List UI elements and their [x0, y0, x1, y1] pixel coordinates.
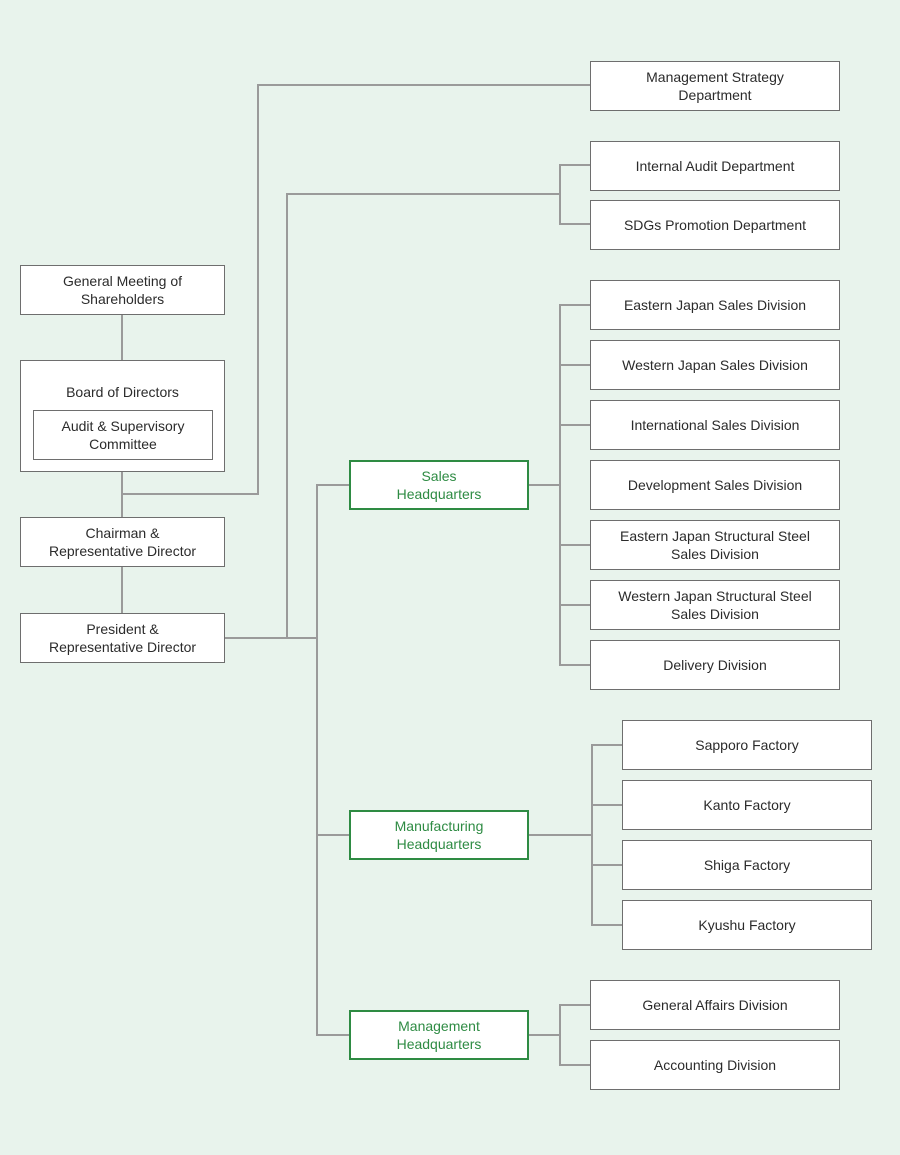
connector: [257, 84, 259, 495]
connector: [121, 493, 259, 495]
connector: [316, 1034, 350, 1036]
connector: [559, 164, 561, 225]
western-structural-steel-box: Western Japan Structural Steel Sales Div…: [590, 580, 840, 630]
connector: [559, 544, 591, 546]
kanto-factory-box: Kanto Factory: [622, 780, 872, 830]
connector: [559, 664, 591, 666]
connector: [591, 744, 623, 746]
connector: [559, 364, 591, 366]
connector: [559, 304, 561, 666]
management-strategy-box: Management Strategy Department: [590, 61, 840, 111]
connector: [121, 314, 123, 360]
development-sales-box: Development Sales Division: [590, 460, 840, 510]
president-box: President & Representative Director: [20, 613, 225, 663]
board-of-directors-label: Board of Directors: [66, 384, 179, 400]
connector: [316, 484, 350, 486]
chairman-box: Chairman & Representative Director: [20, 517, 225, 567]
connector: [286, 193, 288, 639]
connector: [559, 1004, 561, 1066]
connector: [591, 864, 623, 866]
connector: [316, 834, 350, 836]
connector: [591, 924, 623, 926]
kyushu-factory-box: Kyushu Factory: [622, 900, 872, 950]
sdgs-promotion-box: SDGs Promotion Department: [590, 200, 840, 250]
international-sales-box: International Sales Division: [590, 400, 840, 450]
western-japan-sales-box: Western Japan Sales Division: [590, 340, 840, 390]
shareholders-box: General Meeting of Shareholders: [20, 265, 225, 315]
connector: [286, 193, 561, 195]
connector: [528, 1034, 561, 1036]
eastern-structural-steel-box: Eastern Japan Structural Steel Sales Div…: [590, 520, 840, 570]
connector: [559, 424, 591, 426]
sapporo-factory-box: Sapporo Factory: [622, 720, 872, 770]
shiga-factory-box: Shiga Factory: [622, 840, 872, 890]
audit-committee-box: Audit & Supervisory Committee: [33, 410, 213, 460]
board-of-directors-box: Board of Directors Audit & Supervisory C…: [20, 360, 225, 472]
delivery-division-box: Delivery Division: [590, 640, 840, 690]
connector: [316, 484, 318, 1036]
connector: [559, 304, 591, 306]
connector: [257, 84, 591, 86]
connector: [559, 164, 591, 166]
connector: [224, 637, 318, 639]
connector: [559, 1064, 591, 1066]
management-headquarters-box: Management Headquarters: [349, 1010, 529, 1060]
connector: [559, 223, 591, 225]
connector: [121, 566, 123, 614]
connector: [591, 804, 623, 806]
manufacturing-headquarters-box: Manufacturing Headquarters: [349, 810, 529, 860]
eastern-japan-sales-box: Eastern Japan Sales Division: [590, 280, 840, 330]
general-affairs-box: General Affairs Division: [590, 980, 840, 1030]
accounting-division-box: Accounting Division: [590, 1040, 840, 1090]
connector: [559, 1004, 591, 1006]
connector: [528, 484, 561, 486]
connector: [559, 604, 591, 606]
connector: [528, 834, 593, 836]
sales-headquarters-box: Sales Headquarters: [349, 460, 529, 510]
internal-audit-box: Internal Audit Department: [590, 141, 840, 191]
connector: [591, 744, 593, 926]
